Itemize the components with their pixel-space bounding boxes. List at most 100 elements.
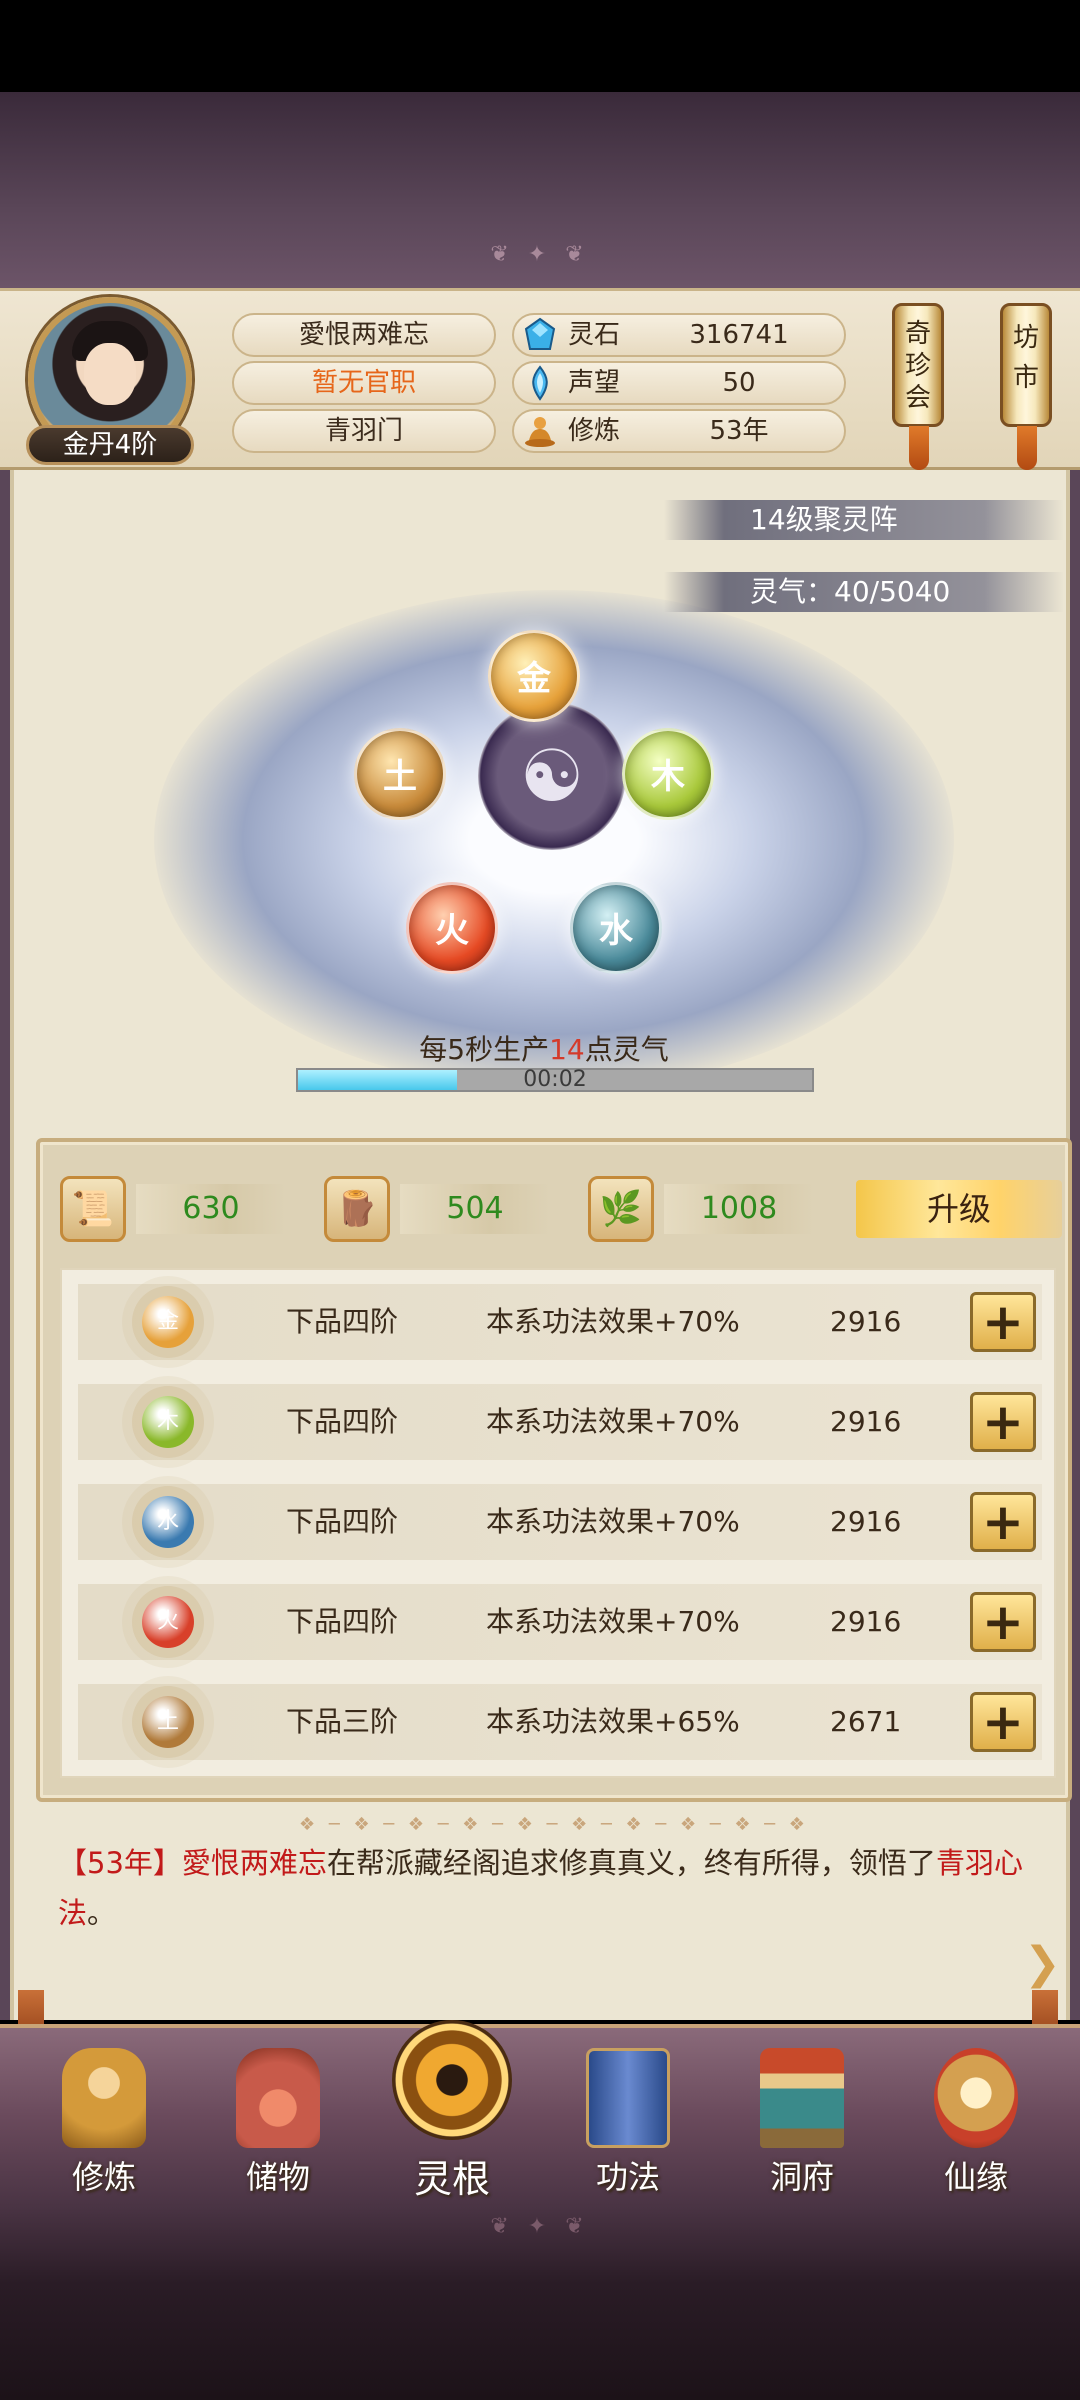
- root-cost: 2916: [830, 1405, 902, 1438]
- qi-label: 灵气：40/5040: [750, 575, 951, 608]
- add-button-water[interactable]: +: [970, 1492, 1036, 1552]
- add-button-fire[interactable]: +: [970, 1592, 1036, 1652]
- nav-label: 灵根: [413, 2157, 490, 2201]
- avatar-face: [84, 343, 136, 405]
- monk-icon: [62, 2048, 146, 2148]
- production-amount: 14: [549, 1033, 585, 1066]
- resource-value: 53年: [709, 416, 769, 446]
- root-grade: 下品四阶: [286, 1405, 399, 1438]
- treasure-fair-button[interactable]: 奇珍会: [892, 303, 944, 470]
- top-decor-band: ❦ ✦ ❦: [0, 92, 1080, 288]
- add-button-earth[interactable]: +: [970, 1692, 1036, 1752]
- spirit-root-row-water: 水 下品四阶 本系功法效果+70% 2916 +: [78, 1484, 1042, 1560]
- root-effect: 本系功法效果+70%: [486, 1305, 740, 1338]
- nav-storage[interactable]: 储物: [208, 2042, 348, 2202]
- upgrade-button[interactable]: 升级: [856, 1180, 1062, 1238]
- spirit-root-list: 金 下品四阶 本系功法效果+70% 2916 + 木 下品四阶 本系功法效果+7…: [60, 1268, 1056, 1778]
- orb-water[interactable]: 水: [570, 882, 662, 974]
- player-name: 愛恨两难忘: [232, 313, 496, 357]
- nav-fortune[interactable]: 仙缘: [906, 2042, 1046, 2202]
- orb-fire[interactable]: 火: [406, 882, 498, 974]
- resource-reputation[interactable]: 声望 50: [512, 361, 846, 405]
- root-cost: 2916: [830, 1505, 902, 1538]
- fire-element-icon: 火: [142, 1596, 194, 1648]
- root-cost: 2671: [830, 1705, 902, 1738]
- formation-level-banner: 14级聚灵阵: [664, 500, 1064, 540]
- main-panel-inner: 14级聚灵阵 灵气：40/5040 ☯ 金 木 水 火 土 每5秒生产14点灵气…: [10, 470, 1072, 2020]
- resource-label: 声望: [568, 368, 621, 398]
- log-divider: ❖ ─ ❖ ─ ❖ ─ ❖ ─ ❖ ─ ❖ ─ ❖ ─ ❖ ─ ❖ ─ ❖: [299, 1814, 809, 1835]
- nav-spirit-root[interactable]: 灵根: [382, 2020, 522, 2202]
- root-grade: 下品四阶: [286, 1505, 399, 1538]
- log-text: 在帮派藏经阁追求修真真义，终有所得，领悟了: [326, 1846, 936, 1880]
- rank-badge: 金丹4阶: [26, 425, 194, 465]
- bottom-decor-band: ❦ ✦ ❦: [0, 2206, 1080, 2400]
- root-effect: 本系功法效果+65%: [486, 1705, 740, 1738]
- orb-earth[interactable]: 土: [354, 728, 446, 820]
- nav-label: 洞府: [769, 2158, 834, 2196]
- resource-label: 修炼: [568, 416, 621, 446]
- nav-cultivate[interactable]: 修炼: [34, 2042, 174, 2202]
- herb-icon[interactable]: 🌿: [588, 1176, 654, 1242]
- spirit-root-row-wood: 木 下品四阶 本系功法效果+70% 2916 +: [78, 1384, 1042, 1460]
- root-grade: 下品三阶: [286, 1705, 399, 1738]
- production-suffix: 点灵气: [584, 1033, 669, 1066]
- resource-cultivation[interactable]: 修炼 53年: [512, 409, 846, 453]
- sect-name[interactable]: 青羽门: [232, 409, 496, 453]
- tassel-decor: [1017, 426, 1037, 470]
- nav-label: 储物: [245, 2158, 310, 2196]
- status-bar-area: [0, 0, 1080, 92]
- tassel-decor: [909, 426, 929, 470]
- add-button-wood[interactable]: +: [970, 1392, 1036, 1452]
- scroll-book-icon: [586, 2048, 670, 2148]
- earth-element-icon: 土: [142, 1696, 194, 1748]
- material-value: 630: [136, 1184, 286, 1234]
- resource-value: 50: [722, 368, 756, 398]
- nav-techniques[interactable]: 功法: [558, 2042, 698, 2202]
- official-post[interactable]: 暂无官职: [232, 361, 496, 405]
- event-log: 【53年】愛恨两难忘在帮派藏经阁追求修真真义，终有所得，领悟了青羽心法。: [58, 1838, 1058, 1938]
- top-ornament: ❦ ✦ ❦: [490, 242, 590, 267]
- player-header: 金丹4阶 愛恨两难忘 暂无官职 青羽门 灵石 316741 声望 50 修炼 5…: [0, 288, 1080, 470]
- root-grade: 下品四阶: [286, 1305, 399, 1338]
- resource-spirit-stone[interactable]: 灵石 316741: [512, 313, 846, 357]
- production-timer: 00:02: [523, 1067, 587, 1092]
- add-button-metal[interactable]: +: [970, 1292, 1036, 1352]
- next-arrow-icon[interactable]: ❯: [1024, 1942, 1068, 1986]
- nav-label: 功法: [595, 2158, 660, 2196]
- qi-banner: 灵气：40/5040: [664, 572, 1064, 612]
- nav-label: 仙缘: [943, 2158, 1008, 2196]
- root-effect: 本系功法效果+70%: [486, 1505, 740, 1538]
- resource-label: 灵石: [568, 320, 621, 350]
- gourd-icon: [934, 2048, 1018, 2148]
- orb-metal[interactable]: 金: [488, 630, 580, 722]
- material-value: 1008: [664, 1184, 814, 1234]
- book-icon[interactable]: 📜: [60, 1176, 126, 1242]
- production-text: 每5秒生产14点灵气: [4, 1028, 1080, 1068]
- nav-cave-dwelling[interactable]: 洞府: [732, 2042, 872, 2202]
- bottom-ornament: ❦ ✦ ❦: [490, 2214, 590, 2239]
- spirit-root-row-fire: 火 下品四阶 本系功法效果+70% 2916 +: [78, 1584, 1042, 1660]
- nav-label: 修炼: [71, 2158, 136, 2196]
- wood-bundle-icon[interactable]: 🪵: [324, 1176, 390, 1242]
- spirit-root-icon: [392, 2020, 512, 2140]
- formation-level-label: 14级聚灵阵: [750, 503, 898, 536]
- root-effect: 本系功法效果+70%: [486, 1405, 740, 1438]
- spirit-root-row-metal: 金 下品四阶 本系功法效果+70% 2916 +: [78, 1284, 1042, 1360]
- resource-value: 316741: [689, 320, 789, 350]
- spirit-root-panel: 📜 630 🪵 504 🌿 1008 升级 金 下品四阶 本系功法效果+70% …: [36, 1138, 1072, 1802]
- market-button[interactable]: 坊市: [1000, 303, 1052, 470]
- production-prefix: 每5秒生产: [419, 1033, 550, 1066]
- production-progress-bar: 00:02: [296, 1068, 814, 1092]
- root-grade: 下品四阶: [286, 1605, 399, 1638]
- root-effect: 本系功法效果+70%: [486, 1605, 740, 1638]
- spirit-root-row-earth: 土 下品三阶 本系功法效果+65% 2671 +: [78, 1684, 1042, 1760]
- water-element-icon: 水: [142, 1496, 194, 1548]
- log-year: 【53年】: [58, 1846, 182, 1880]
- cultivation-icon: [525, 417, 555, 447]
- taiji-core[interactable]: ☯: [478, 702, 626, 850]
- main-panel: 14级聚灵阵 灵气：40/5040 ☯ 金 木 水 火 土 每5秒生产14点灵气…: [0, 470, 1080, 2020]
- bag-icon: [236, 2048, 320, 2148]
- wood-element-icon: 木: [142, 1396, 194, 1448]
- orb-wood[interactable]: 木: [622, 728, 714, 820]
